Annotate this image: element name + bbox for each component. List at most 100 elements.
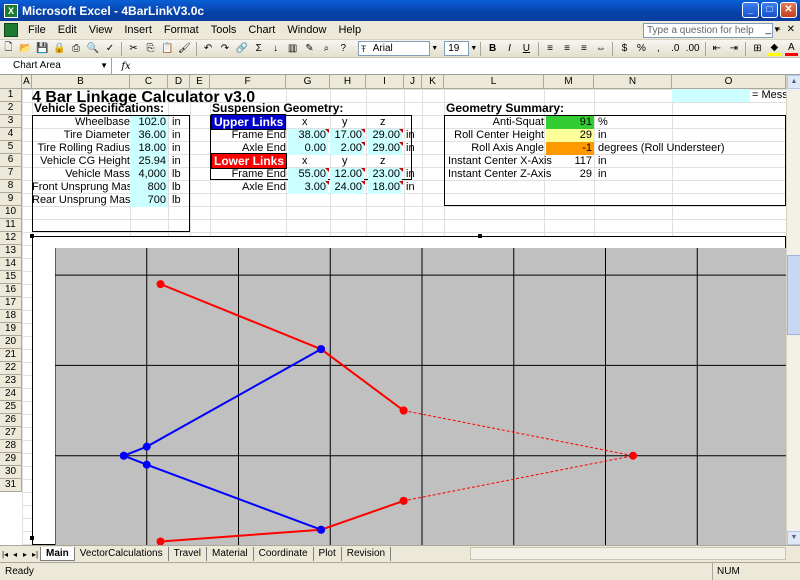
menu-insert[interactable]: Insert (118, 24, 158, 36)
upper-frame-x[interactable]: 38.00 (288, 129, 328, 142)
row-header-30[interactable]: 30 (0, 466, 22, 479)
vertical-scrollbar[interactable]: ▲ ▼ (786, 75, 800, 545)
row-header-2[interactable]: 2 (0, 102, 22, 115)
scroll-up-icon[interactable]: ▲ (787, 75, 800, 89)
help-icon[interactable]: ? (337, 42, 350, 56)
col-header-m[interactable]: M (544, 75, 594, 89)
chart-resize-handle[interactable] (478, 234, 482, 238)
upper-frame-y[interactable]: 17.00 (330, 129, 364, 142)
italic-icon[interactable]: I (503, 42, 516, 56)
spelling-icon[interactable]: ✓ (103, 42, 116, 56)
open-icon[interactable]: 📂 (19, 42, 32, 56)
chart-resize-handle[interactable] (30, 536, 34, 540)
doc-restore-button[interactable]: ▫ (777, 24, 781, 35)
vehicle-value[interactable]: 800 (130, 181, 168, 194)
chart-resize-handle[interactable] (30, 234, 34, 238)
doc-minimize-button[interactable]: _ (766, 24, 772, 35)
close-button[interactable]: ✕ (780, 2, 797, 18)
col-header-b[interactable]: B (32, 75, 130, 89)
row-header-27[interactable]: 27 (0, 427, 22, 440)
minimize-button[interactable]: _ (742, 2, 759, 18)
size-dropdown-icon[interactable]: ▼ (470, 45, 477, 52)
vehicle-value[interactable]: 18.00 (130, 142, 168, 155)
col-header-d[interactable]: D (168, 75, 190, 89)
row-header-19[interactable]: 19 (0, 323, 22, 336)
row-header-8[interactable]: 8 (0, 180, 22, 193)
next-sheet-icon[interactable]: ▸ (20, 550, 30, 559)
drawing-icon[interactable]: ✎ (303, 42, 316, 56)
menu-window[interactable]: Window (281, 24, 332, 36)
vehicle-value[interactable]: 25.94 (130, 155, 168, 168)
copy-icon[interactable]: ⎘ (144, 42, 157, 56)
row-header-13[interactable]: 13 (0, 245, 22, 258)
save-icon[interactable]: 💾 (36, 42, 49, 56)
row-header-29[interactable]: 29 (0, 453, 22, 466)
prev-sheet-icon[interactable]: ◂ (10, 550, 20, 559)
upper-frame-z[interactable]: 29.00 (368, 129, 402, 142)
upper-axle-x[interactable]: 0.00 (288, 142, 328, 155)
menu-help[interactable]: Help (332, 24, 367, 36)
lower-axle-z[interactable]: 18.00 (368, 181, 402, 194)
row-header-6[interactable]: 6 (0, 154, 22, 167)
col-header-o[interactable]: O (672, 75, 786, 89)
align-center-icon[interactable]: ≡ (561, 42, 574, 56)
plot-area[interactable] (54, 248, 790, 547)
font-select[interactable]: Ŧ Arial (357, 41, 431, 56)
col-header-k[interactable]: K (422, 75, 444, 89)
vehicle-value[interactable]: 102.0 (130, 116, 168, 129)
percent-icon[interactable]: % (635, 42, 648, 56)
currency-icon[interactable]: $ (618, 42, 631, 56)
row-header-1[interactable]: 1 (0, 89, 22, 102)
vehicle-value[interactable]: 36.00 (130, 129, 168, 142)
sheet-tab-travel[interactable]: Travel (169, 547, 208, 561)
row-header-10[interactable]: 10 (0, 206, 22, 219)
permission-icon[interactable]: 🔒 (53, 42, 66, 56)
first-sheet-icon[interactable]: |◂ (0, 550, 10, 559)
zoom-icon[interactable]: ⌕ (320, 42, 333, 56)
row-header-11[interactable]: 11 (0, 219, 22, 232)
row-header-7[interactable]: 7 (0, 167, 22, 180)
col-header-i[interactable]: I (366, 75, 404, 89)
maximize-button[interactable]: □ (761, 2, 778, 18)
row-header-4[interactable]: 4 (0, 128, 22, 141)
merge-center-icon[interactable]: ⇔ (594, 42, 607, 56)
menu-chart[interactable]: Chart (242, 24, 281, 36)
align-right-icon[interactable]: ≡ (577, 42, 590, 56)
decrease-indent-icon[interactable]: ⇤ (710, 42, 723, 56)
format-painter-icon[interactable]: 🖌 (178, 42, 191, 56)
sheet-tab-material[interactable]: Material (207, 547, 254, 561)
row-header-9[interactable]: 9 (0, 193, 22, 206)
chart-wizard-icon[interactable]: ▥ (286, 42, 299, 56)
doc-close-button[interactable]: ✕ (787, 24, 795, 35)
menu-format[interactable]: Format (158, 24, 205, 36)
sheet-tab-coordinate[interactable]: Coordinate (254, 547, 314, 561)
sheet-tab-revision[interactable]: Revision (342, 547, 392, 561)
row-header-22[interactable]: 22 (0, 362, 22, 375)
menu-view[interactable]: View (83, 24, 119, 36)
paste-icon[interactable]: 📋 (161, 42, 174, 56)
row-header-24[interactable]: 24 (0, 388, 22, 401)
col-header-h[interactable]: H (330, 75, 366, 89)
row-header-28[interactable]: 28 (0, 440, 22, 453)
col-header-n[interactable]: N (594, 75, 672, 89)
bold-icon[interactable]: B (486, 42, 499, 56)
col-header-e[interactable]: E (190, 75, 210, 89)
select-all-corner[interactable] (0, 75, 22, 89)
upper-axle-y[interactable]: 2.00 (330, 142, 364, 155)
undo-icon[interactable]: ↶ (202, 42, 215, 56)
col-header-j[interactable]: J (404, 75, 422, 89)
col-header-l[interactable]: L (444, 75, 544, 89)
hyperlink-icon[interactable]: 🔗 (235, 42, 248, 56)
menu-tools[interactable]: Tools (205, 24, 243, 36)
col-header-c[interactable]: C (130, 75, 168, 89)
chart-area[interactable] (32, 236, 790, 547)
print-preview-icon[interactable]: 🔍 (87, 42, 100, 56)
sheet-tab-main[interactable]: Main (40, 547, 75, 561)
redo-icon[interactable]: ↷ (219, 42, 232, 56)
align-left-icon[interactable]: ≡ (544, 42, 557, 56)
new-icon[interactable]: 🗋 (2, 42, 15, 56)
row-header-26[interactable]: 26 (0, 414, 22, 427)
vehicle-value[interactable]: 4,000 (130, 168, 168, 181)
workbook-icon[interactable] (4, 23, 18, 37)
row-header-12[interactable]: 12 (0, 232, 22, 245)
